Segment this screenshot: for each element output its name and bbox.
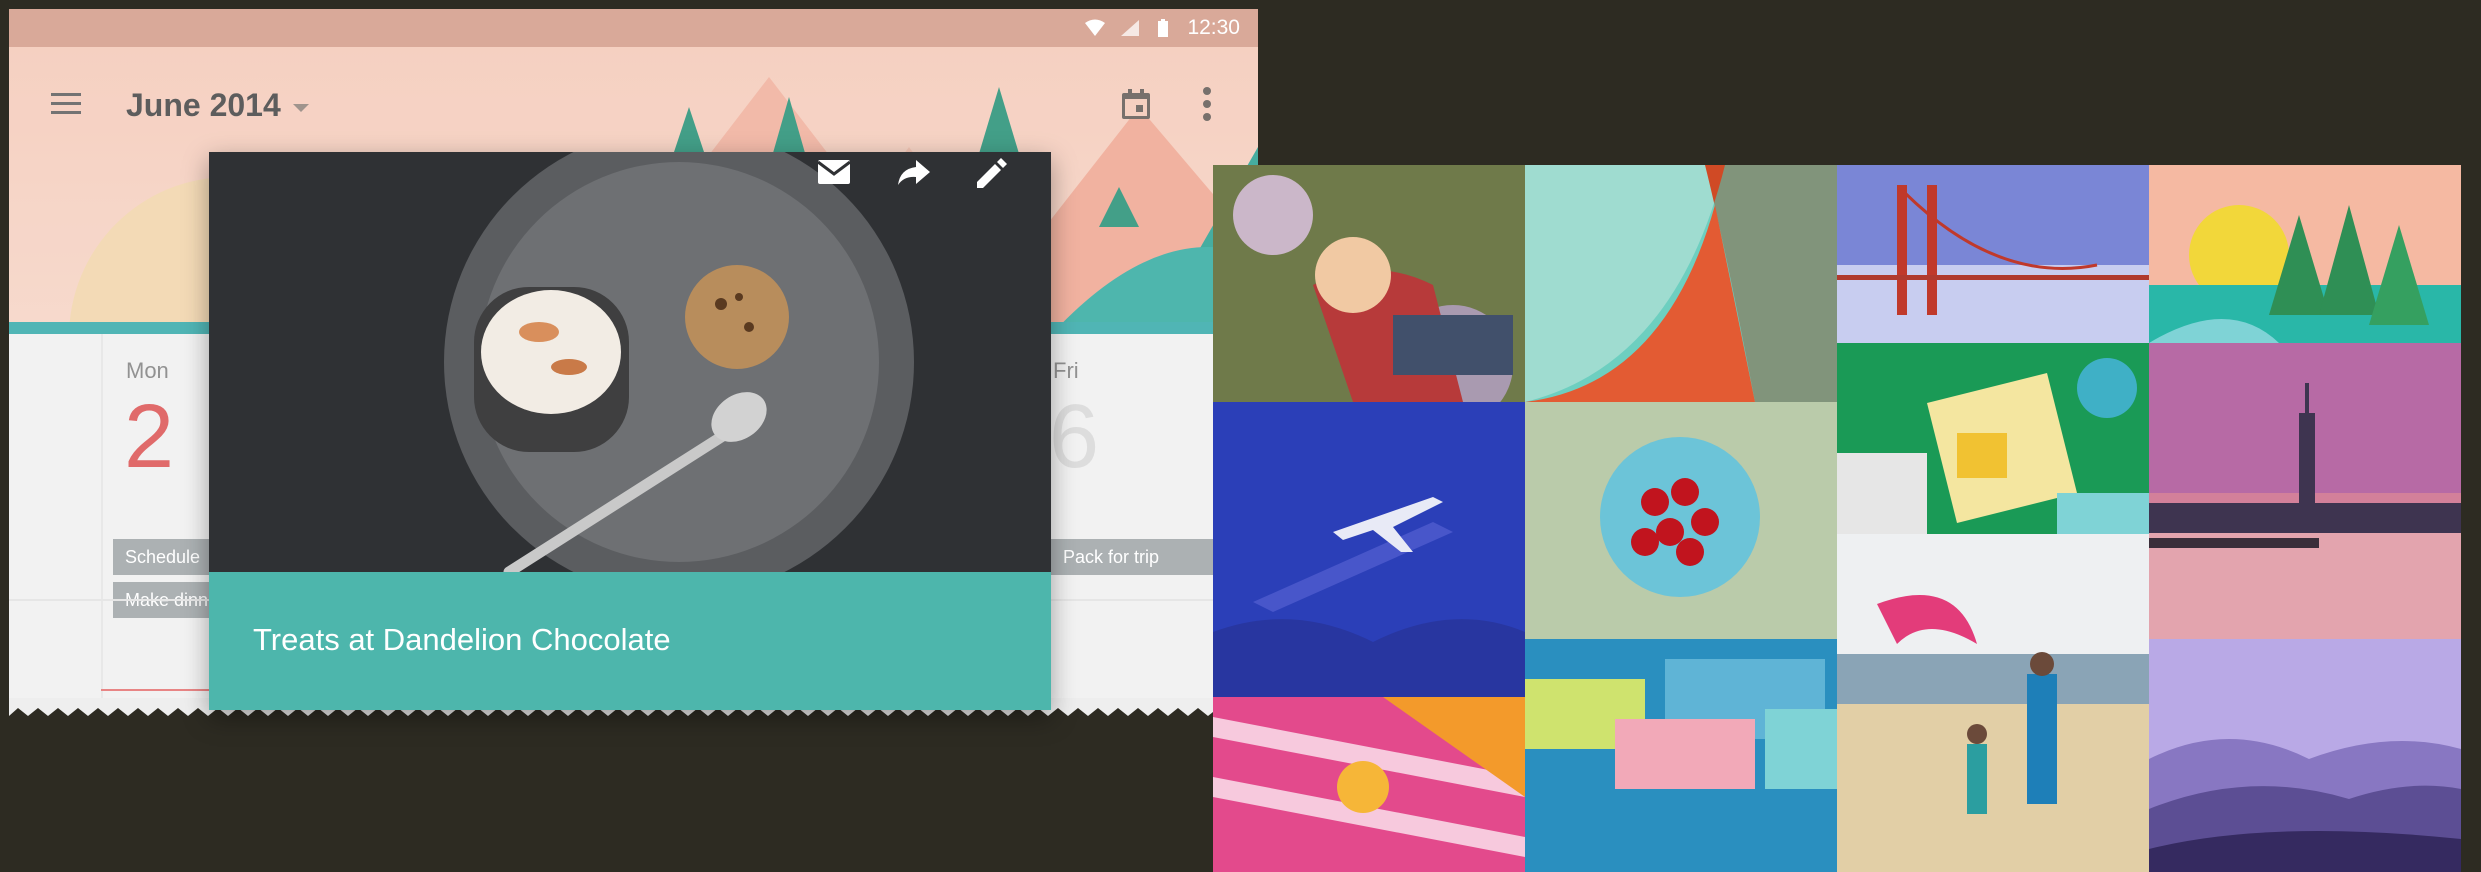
email-icon[interactable] <box>814 152 854 192</box>
day-number-fri[interactable]: 6 <box>1049 392 1099 482</box>
day-name-mon: Mon <box>126 358 169 383</box>
gallery-tile-golden-gate-bridge[interactable] <box>1837 165 2149 343</box>
current-time-line <box>101 689 221 691</box>
gallery-tile-girl-in-flowers[interactable] <box>1213 165 1525 402</box>
card-caption: Treats at Dandelion Chocolate <box>209 572 1051 710</box>
wifi-icon <box>1085 19 1106 36</box>
gallery-tile-airplane-illustration[interactable] <box>1213 402 1525 697</box>
gallery-tile-money-illustration[interactable] <box>1525 639 1837 872</box>
more-vert-icon[interactable] <box>1201 85 1213 123</box>
event-detail-card[interactable]: Treats at Dandelion Chocolate <box>209 152 1051 710</box>
column-divider <box>101 334 103 707</box>
calendar-icon[interactable] <box>1119 87 1153 121</box>
signal-icon <box>1121 20 1140 36</box>
gallery-tile-desk-illustration[interactable] <box>1837 343 2149 534</box>
dropdown-caret-icon <box>292 103 309 112</box>
day-name-fri: Fri <box>1053 358 1079 383</box>
month-title: June 2014 <box>126 87 281 123</box>
gallery-tile-city-skyline-sunset[interactable] <box>2149 343 2461 639</box>
gallery-tile-purple-mountains[interactable] <box>2149 639 2461 872</box>
gallery-tile-material-shapes[interactable] <box>1525 165 1837 402</box>
gallery-tile-sunset-forest-illustration[interactable] <box>2149 165 2461 343</box>
gallery-tile-striped-towel-orange[interactable] <box>1213 697 1525 872</box>
battery-icon <box>1158 19 1169 37</box>
card-title: Treats at Dandelion Chocolate <box>253 622 671 657</box>
status-time: 12:30 <box>1187 16 1240 39</box>
gallery-tile-beach-family[interactable] <box>1837 534 2149 872</box>
card-photo <box>209 152 1051 572</box>
dessert-photo <box>209 152 1051 572</box>
menu-icon[interactable] <box>49 89 85 119</box>
month-selector[interactable]: June 2014 <box>126 87 309 124</box>
status-bar: 12:30 <box>9 9 1258 47</box>
photo-gallery <box>1213 165 2461 872</box>
day-number-mon[interactable]: 2 <box>124 392 174 482</box>
edit-icon[interactable] <box>971 152 1011 192</box>
gallery-tile-cherries-bowl[interactable] <box>1525 402 1837 639</box>
share-icon[interactable] <box>894 152 934 192</box>
